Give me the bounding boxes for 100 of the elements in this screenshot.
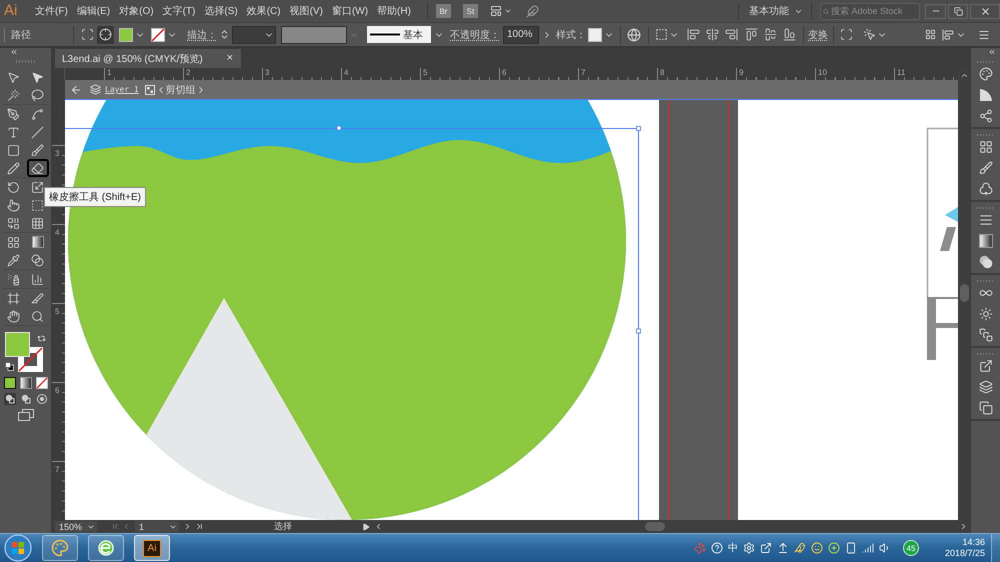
fill-swatch[interactable] xyxy=(119,28,133,42)
palette-icon[interactable] xyxy=(978,67,992,81)
circle-square-icon[interactable] xyxy=(20,393,32,405)
scroll-thumb[interactable] xyxy=(960,284,968,302)
layers-icon[interactable] xyxy=(978,380,992,394)
dashed-square-icon[interactable] xyxy=(655,28,668,41)
align-center-icon[interactable] xyxy=(706,28,719,41)
sun-icon[interactable] xyxy=(978,307,992,321)
menu-item[interactable]: 文件(F) xyxy=(34,2,69,20)
transform-link[interactable]: 变换 xyxy=(808,28,828,42)
quarter-shape-icon[interactable] xyxy=(978,88,992,102)
selection-handle[interactable] xyxy=(636,328,641,334)
scroll-thumb[interactable] xyxy=(645,522,665,531)
help-icon[interactable] xyxy=(711,542,723,554)
back-arrow-icon[interactable] xyxy=(70,84,82,96)
circle-square-icon[interactable] xyxy=(4,393,16,405)
tab-close-button[interactable]: × xyxy=(226,53,233,64)
workspace-switcher[interactable]: 基本功能 xyxy=(747,4,791,18)
layer-link[interactable]: Layer 1 xyxy=(105,85,139,94)
overlapping-squares-icon[interactable] xyxy=(978,401,992,415)
align-left-icon[interactable] xyxy=(687,28,700,41)
gear-icon[interactable] xyxy=(743,542,755,554)
first-artboard-icon[interactable] xyxy=(111,522,120,531)
style-swatch[interactable] xyxy=(588,28,602,42)
collapse-icon[interactable] xyxy=(10,48,18,56)
stroke-link[interactable]: 描边： xyxy=(187,28,217,42)
search-field[interactable]: 搜索 Adobe Stock xyxy=(820,2,920,20)
grid-icon[interactable] xyxy=(925,29,936,40)
stacked-windows-icon[interactable] xyxy=(18,409,34,421)
bridge-button[interactable]: St xyxy=(462,4,478,18)
pointer-click-icon[interactable] xyxy=(863,28,876,41)
fill-color-swatch[interactable] xyxy=(4,332,30,357)
speaker-icon[interactable] xyxy=(879,542,891,554)
next-artboard-icon[interactable] xyxy=(183,522,192,531)
overlapping-circles-icon[interactable] xyxy=(978,255,992,269)
caret-icon[interactable] xyxy=(504,7,512,15)
dropdown-field[interactable] xyxy=(281,26,347,44)
align-bars-icon[interactable] xyxy=(942,28,954,40)
color-swatch-icon[interactable] xyxy=(4,377,16,389)
lines-icon[interactable] xyxy=(978,213,992,227)
zoom-field[interactable]: 150% xyxy=(55,521,97,532)
stacked-squares-icon[interactable] xyxy=(978,328,992,342)
menu-item[interactable]: 对象(O) xyxy=(118,2,155,20)
gradient-square-icon[interactable] xyxy=(20,377,32,389)
menu-item[interactable]: 编辑(E) xyxy=(76,2,112,20)
stroke-swatch[interactable] xyxy=(151,28,165,42)
box-arrow-icon[interactable] xyxy=(978,359,992,373)
menu-item[interactable]: 帮助(H) xyxy=(376,2,412,20)
scroll-left-icon[interactable] xyxy=(374,522,383,531)
menu-item[interactable]: 窗口(W) xyxy=(330,2,370,20)
align-bottom-icon[interactable] xyxy=(783,28,796,41)
brush-icon[interactable] xyxy=(978,161,992,175)
start-orb-icon[interactable] xyxy=(4,534,32,562)
arrow-box-icon[interactable] xyxy=(760,542,772,554)
phone-icon[interactable] xyxy=(845,542,857,554)
bridge-button[interactable]: Br xyxy=(436,4,451,18)
gradient-square-icon[interactable] xyxy=(978,234,992,248)
crosshair-button[interactable] xyxy=(97,26,114,44)
swap-arrows-icon[interactable] xyxy=(36,334,46,343)
scroll-up-icon[interactable] xyxy=(960,71,968,80)
dot-circle-icon[interactable] xyxy=(36,393,48,405)
artboard-field[interactable]: 1 xyxy=(135,521,179,532)
grid-icon[interactable] xyxy=(978,140,992,154)
scroll-right-icon[interactable] xyxy=(959,522,968,531)
menu-item[interactable]: 视图(V) xyxy=(288,2,324,20)
small-squares-icon[interactable] xyxy=(4,362,14,371)
layout-icon[interactable] xyxy=(490,5,502,17)
play-icon[interactable] xyxy=(362,522,370,530)
taskbar-app-button[interactable] xyxy=(88,535,124,561)
align-middle-icon[interactable] xyxy=(764,28,777,41)
menu-icon[interactable] xyxy=(978,28,990,40)
taskbar-app-button[interactable] xyxy=(42,535,78,561)
show-desktop-button[interactable] xyxy=(991,534,1000,562)
globe-icon[interactable] xyxy=(627,28,641,42)
group-link[interactable]: 剪切组 xyxy=(166,82,196,96)
align-right-icon[interactable] xyxy=(725,28,738,41)
collapse-icon[interactable] xyxy=(988,48,996,56)
document-tab[interactable]: L3end.ai @ 150% (CMYK/预览) × xyxy=(55,49,241,68)
taskbar-app-button[interactable]: Ai xyxy=(134,535,170,561)
close-button[interactable] xyxy=(970,4,1000,18)
none-swatch-icon[interactable] xyxy=(36,377,48,389)
feather-icon[interactable] xyxy=(526,4,539,18)
menu-item[interactable]: 选择(S) xyxy=(203,2,239,20)
signal-icon[interactable] xyxy=(862,542,874,554)
restore-button[interactable] xyxy=(948,4,968,18)
scan-frame-icon[interactable] xyxy=(840,28,853,41)
menu-item[interactable]: 文字(T) xyxy=(162,2,196,20)
opacity-link[interactable]: 不透明度： xyxy=(450,28,500,42)
selection-handle[interactable] xyxy=(636,126,641,131)
align-top-icon[interactable] xyxy=(745,28,758,41)
selection-handle[interactable] xyxy=(336,126,342,130)
plus-circle-icon[interactable] xyxy=(828,542,840,554)
smiley-icon[interactable] xyxy=(811,542,823,554)
bird-icon[interactable] xyxy=(794,542,806,554)
stepper-icon[interactable] xyxy=(219,29,230,40)
menu-item[interactable]: 效果(C) xyxy=(246,2,282,20)
last-artboard-icon[interactable] xyxy=(195,522,204,531)
club-icon[interactable] xyxy=(978,182,992,196)
tool-button[interactable] xyxy=(26,159,48,177)
stroke-weight-field[interactable] xyxy=(232,26,276,44)
